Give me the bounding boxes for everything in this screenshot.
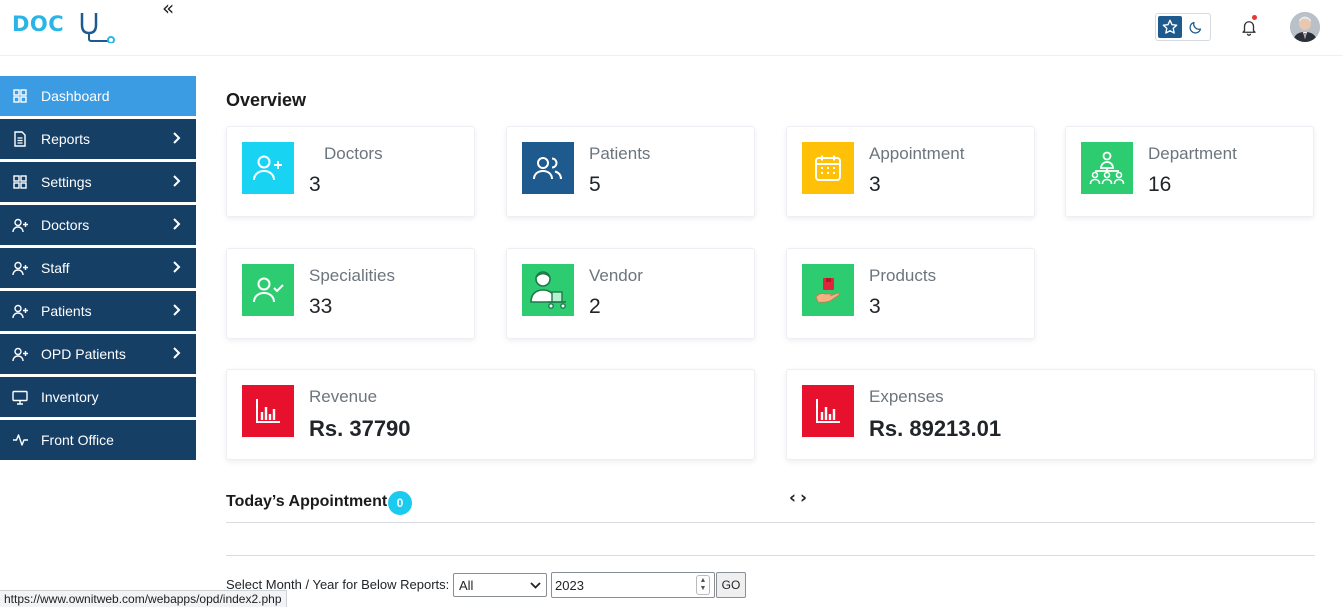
- grid-icon: [11, 173, 29, 191]
- appointment-nav: ‹ ›: [789, 488, 807, 508]
- logo-text: DOC: [12, 12, 65, 36]
- chevron-right-icon: [172, 260, 182, 279]
- year-input-value: 2023: [555, 577, 584, 593]
- bar-chart-icon: [802, 385, 854, 437]
- product-hand-icon: [802, 264, 854, 316]
- users-icon: [522, 142, 574, 194]
- sidebar-item-label: Settings: [41, 174, 92, 190]
- appointment-count-badge: 0: [388, 491, 412, 515]
- moon-icon[interactable]: [1182, 16, 1208, 38]
- card-value: 5: [589, 173, 601, 196]
- user-check-icon: [242, 264, 294, 316]
- sidebar-item-patients[interactable]: Patients: [0, 291, 196, 331]
- sidebar-item-label: Front Office: [41, 432, 114, 448]
- sidebar-item-reports[interactable]: Reports: [0, 119, 196, 159]
- grid-icon: [11, 87, 29, 105]
- chevron-right-icon: [172, 217, 182, 236]
- card-label: Vendor: [589, 266, 643, 285]
- card-label: Specialities: [309, 266, 395, 285]
- card-value: 3: [869, 173, 881, 196]
- user-add-icon: [11, 259, 29, 277]
- sidebar-item-label: Patients: [41, 303, 92, 319]
- card-label: Expenses: [869, 387, 944, 406]
- status-bar-url: https://www.ownitweb.com/webapps/opd/ind…: [0, 590, 287, 607]
- card-value: Rs. 37790: [309, 416, 411, 441]
- chevron-right-icon: [172, 346, 182, 365]
- sidebar-item-front-office[interactable]: Front Office: [0, 420, 196, 460]
- divider: [226, 522, 1315, 523]
- card-label: Appointment: [869, 144, 965, 163]
- stat-card-specialities[interactable]: Specialities 33: [226, 248, 475, 339]
- sidebar-item-dashboard[interactable]: Dashboard: [0, 76, 196, 116]
- sidebar-item-opd-patients[interactable]: OPD Patients: [0, 334, 196, 374]
- user-add-icon: [242, 142, 294, 194]
- chevron-right-icon: [172, 174, 182, 193]
- page-title: Overview: [226, 90, 307, 110]
- year-input[interactable]: 2023 ▲ ▼: [551, 572, 715, 598]
- sidebar-collapse-button[interactable]: «: [162, 0, 174, 18]
- card-value: Rs. 89213.01: [869, 416, 1002, 441]
- card-value: 3: [869, 295, 881, 318]
- month-select-value: All: [459, 577, 474, 593]
- card-value: 2: [589, 295, 601, 318]
- sidebar: Dashboard Reports Settings Doctors Staff: [0, 76, 196, 463]
- stethoscope-icon: [78, 11, 120, 48]
- star-icon[interactable]: [1158, 16, 1182, 38]
- stat-card-vendor[interactable]: Vendor 2: [506, 248, 755, 339]
- sidebar-item-doctors[interactable]: Doctors: [0, 205, 196, 245]
- notification-dot: [1252, 15, 1257, 20]
- sidebar-item-staff[interactable]: Staff: [0, 248, 196, 288]
- card-label: Doctors: [324, 144, 383, 163]
- sidebar-item-label: Staff: [41, 260, 70, 276]
- sidebar-item-inventory[interactable]: Inventory: [0, 377, 196, 417]
- stat-card-department[interactable]: Department 16: [1065, 126, 1314, 217]
- month-select[interactable]: All: [453, 573, 547, 597]
- monitor-icon: [11, 388, 29, 406]
- stat-card-patients[interactable]: Patients 5: [506, 126, 755, 217]
- sidebar-item-label: Doctors: [41, 217, 90, 233]
- bar-chart-icon: [242, 385, 294, 437]
- theme-toggle[interactable]: [1155, 13, 1211, 41]
- activity-icon: [11, 431, 29, 449]
- chevron-right-icon: [172, 303, 182, 322]
- stat-card-doctors[interactable]: Doctors 3: [226, 126, 475, 217]
- card-label: Patients: [589, 144, 651, 163]
- card-value: 33: [309, 295, 333, 318]
- chevron-down-icon: [530, 579, 541, 594]
- user-add-icon: [11, 345, 29, 363]
- vendor-icon: [522, 264, 574, 316]
- card-label: Revenue: [309, 387, 378, 406]
- sidebar-item-settings[interactable]: Settings: [0, 162, 196, 202]
- card-label: Products: [869, 266, 937, 285]
- sidebar-item-label: OPD Patients: [41, 346, 126, 362]
- document-icon: [11, 130, 29, 148]
- notifications-button[interactable]: [1240, 15, 1258, 42]
- next-button[interactable]: ›: [800, 488, 807, 508]
- stat-card-products[interactable]: Products 3: [786, 248, 1035, 339]
- user-add-icon: [11, 302, 29, 320]
- sidebar-item-label: Dashboard: [41, 88, 110, 104]
- stat-card-revenue[interactable]: Revenue Rs. 37790: [226, 369, 755, 460]
- sidebar-item-label: Reports: [41, 131, 91, 147]
- prev-button[interactable]: ‹: [789, 488, 796, 508]
- top-navbar: DOC «: [0, 0, 1343, 56]
- divider: [226, 555, 1315, 556]
- stat-card-expenses[interactable]: Expenses Rs. 89213.01: [786, 369, 1315, 460]
- card-value: 16: [1148, 173, 1172, 196]
- stat-card-appointment[interactable]: Appointment 3: [786, 126, 1035, 217]
- bell-icon: [1242, 21, 1256, 36]
- section-title: Today’s Appointment: [226, 493, 388, 510]
- brand-logo[interactable]: DOC: [12, 12, 120, 48]
- avatar[interactable]: [1290, 12, 1320, 42]
- card-value: 3: [309, 173, 321, 196]
- calendar-icon: [802, 142, 854, 194]
- user-add-icon: [11, 216, 29, 234]
- sidebar-item-label: Inventory: [41, 389, 99, 405]
- card-label: Department: [1148, 144, 1237, 163]
- hierarchy-icon: [1081, 142, 1133, 194]
- go-button[interactable]: GO: [716, 572, 746, 598]
- year-stepper[interactable]: ▲ ▼: [696, 575, 710, 595]
- chevron-right-icon: [172, 131, 182, 150]
